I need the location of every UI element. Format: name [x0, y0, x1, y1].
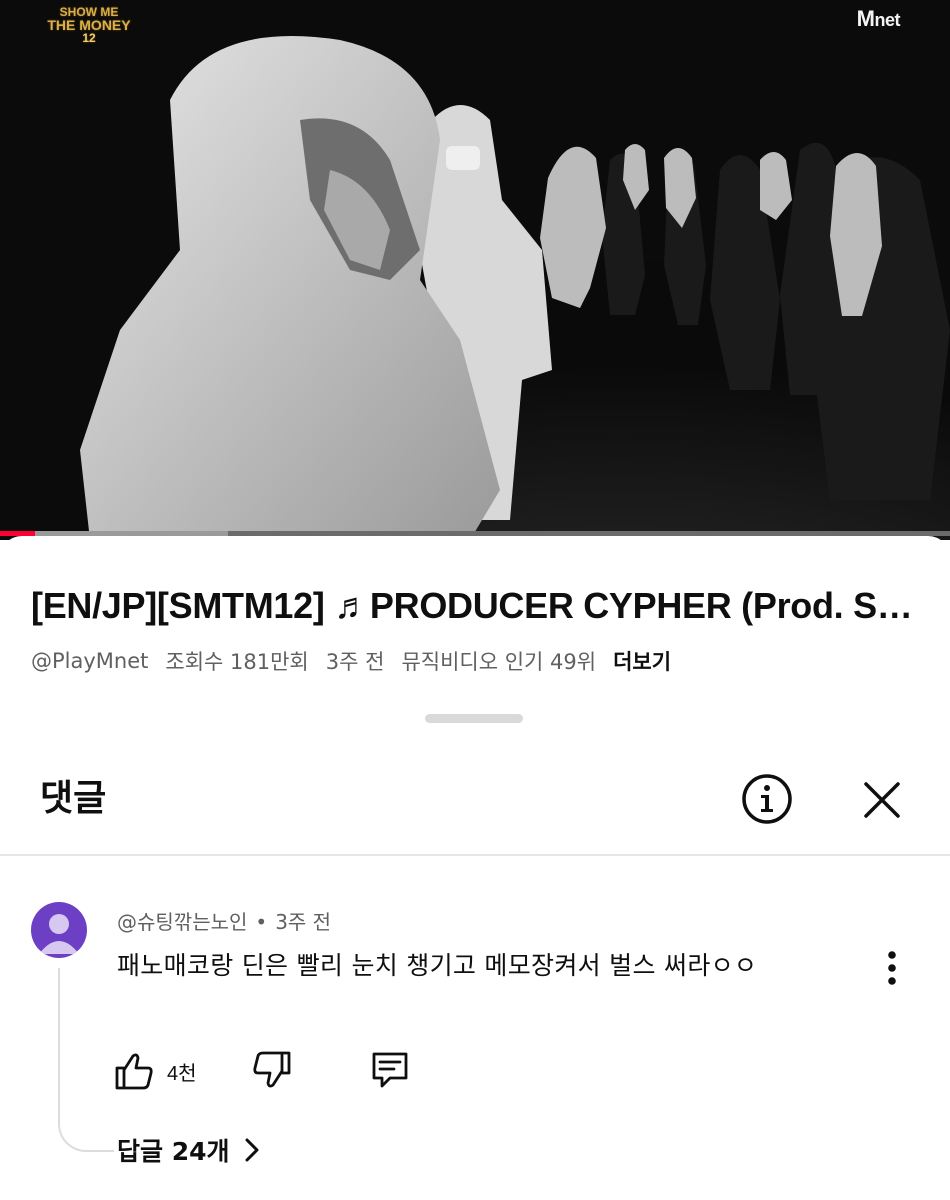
- video-meta-row: @PlayMnet 조회수 181만회 3주 전 뮤직비디오 인기 49위 더보…: [31, 646, 671, 676]
- chevron-right-icon: [245, 1138, 258, 1162]
- info-button[interactable]: [740, 772, 794, 826]
- thread-line: [58, 968, 114, 1152]
- more-vert-icon: [888, 951, 896, 985]
- info-circle-icon: [742, 774, 792, 824]
- close-button[interactable]: [858, 776, 906, 824]
- default-avatar-icon: [39, 914, 79, 954]
- show-logo: SHOW ME THE MONEY 12: [47, 5, 131, 45]
- comment-item: @슈팅깎는노인 • 3주 전 패노매코랑 딘은 빨리 눈치 챙기고 메모장켜서 벌스…: [0, 888, 950, 1188]
- comment-text: 패노매코랑 딘은 빨리 눈치 챙기고 메모장켜서 벌스 써라ㅇㅇ: [117, 951, 758, 980]
- meta-separator: •: [255, 910, 268, 934]
- view-replies-button[interactable]: 답글 24개: [117, 1132, 262, 1168]
- like-button[interactable]: 4천: [113, 1048, 197, 1094]
- video-title[interactable]: [EN/JP][SMTM12] ♬PRODUCER CYPHER (Prod. …: [31, 584, 921, 628]
- thumb-up-icon: [115, 1053, 153, 1090]
- avatar[interactable]: [31, 902, 87, 958]
- like-count: 4천: [167, 1062, 197, 1085]
- thumb-down-icon: [253, 1051, 291, 1088]
- comment-reply-icon: [372, 1052, 408, 1088]
- dislike-button[interactable]: [249, 1048, 295, 1094]
- reply-button[interactable]: [367, 1048, 413, 1094]
- comment-meta: @슈팅깎는노인 • 3주 전: [117, 906, 331, 935]
- comments-title: 댓글: [40, 778, 107, 819]
- close-icon: [864, 782, 900, 818]
- comments-header: 댓글: [0, 764, 950, 854]
- trending-badge[interactable]: 뮤직비디오 인기 49위: [401, 646, 596, 676]
- channel-logo: Mnet: [856, 6, 901, 31]
- upload-age: 3주 전: [325, 650, 385, 674]
- comment-actions: 4천: [113, 1048, 433, 1098]
- comment-age: 3주 전: [275, 910, 332, 934]
- more-button[interactable]: 더보기: [613, 646, 671, 676]
- video-player[interactable]: SHOW ME THE MONEY 12 Mnet: [0, 0, 950, 540]
- video-info-sheet: [EN/JP][SMTM12] ♬PRODUCER CYPHER (Prod. …: [0, 536, 950, 1200]
- header-divider: [0, 854, 950, 856]
- channel-handle[interactable]: @PlayMnet: [31, 649, 148, 673]
- drag-handle[interactable]: [425, 714, 523, 723]
- comment-author[interactable]: @슈팅깎는노인: [117, 910, 247, 934]
- video-frame: [0, 0, 950, 540]
- replies-label: 답글 24개: [117, 1137, 230, 1166]
- comment-menu-button[interactable]: [872, 946, 912, 990]
- view-count: 조회수 181만회: [165, 650, 309, 674]
